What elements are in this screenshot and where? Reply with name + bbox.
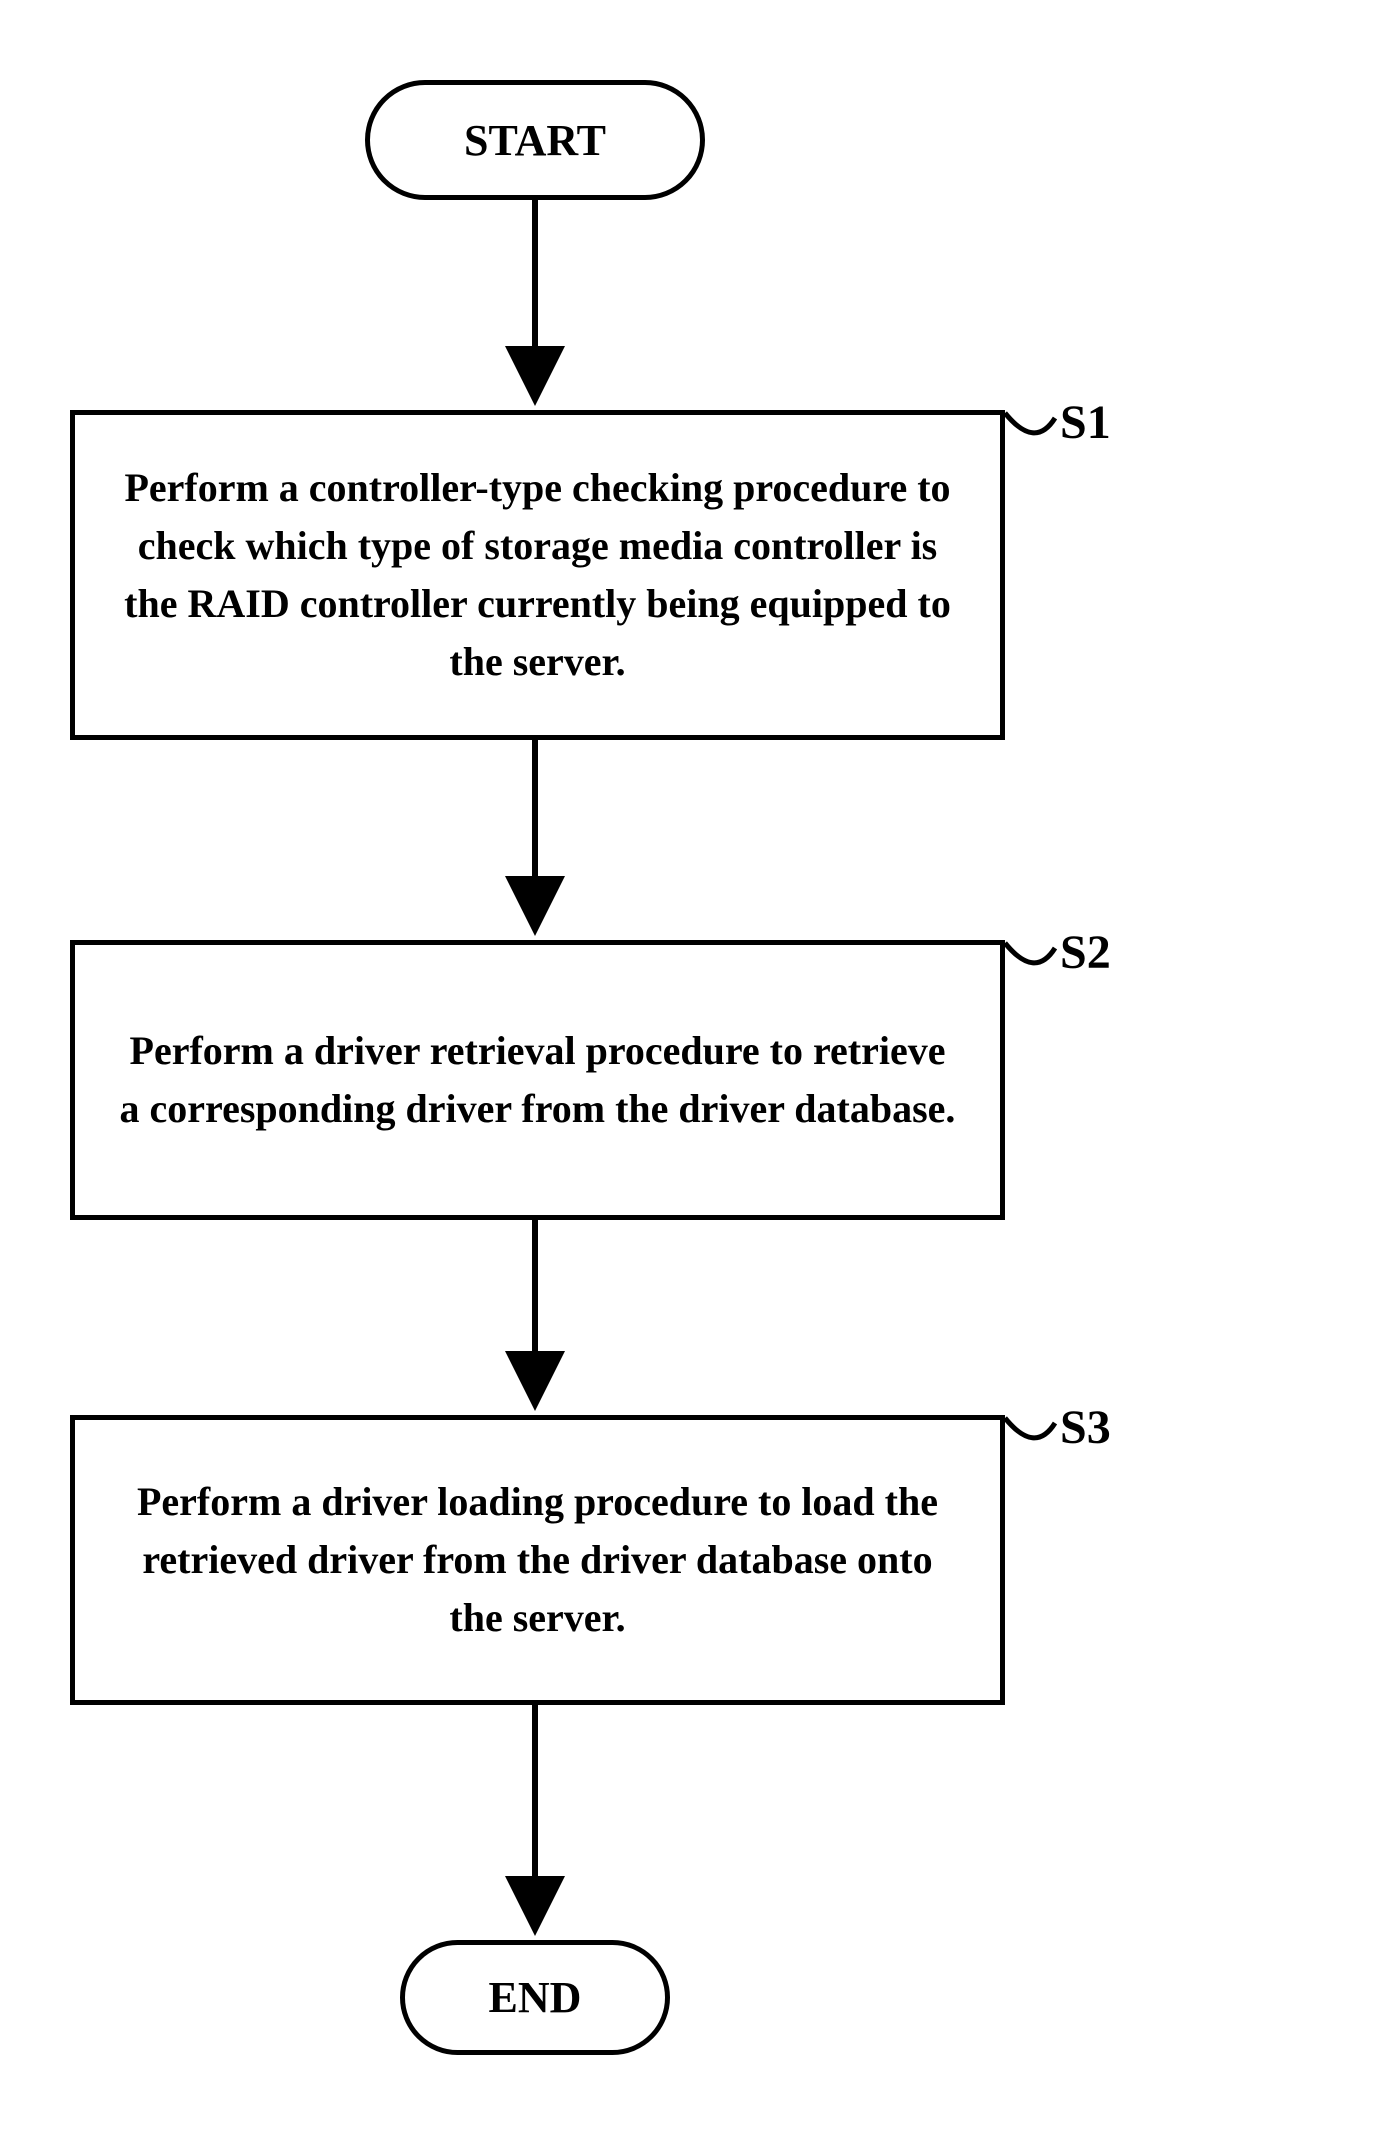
process-s3-label: S3 [1060, 1400, 1111, 1455]
process-s1: Perform a controller-type checking proce… [70, 410, 1005, 740]
process-s2-label: S2 [1060, 925, 1111, 980]
process-s1-label: S1 [1060, 395, 1111, 450]
end-terminal: END [400, 1940, 670, 2055]
end-label: END [489, 1972, 582, 2023]
process-s2-text: Perform a driver retrieval procedure to … [115, 1022, 960, 1138]
start-terminal: START [365, 80, 705, 200]
process-s3: Perform a driver loading procedure to lo… [70, 1415, 1005, 1705]
leader-s1 [1005, 413, 1055, 433]
process-s1-text: Perform a controller-type checking proce… [115, 459, 960, 691]
process-s2: Perform a driver retrieval procedure to … [70, 940, 1005, 1220]
process-s3-text: Perform a driver loading procedure to lo… [115, 1473, 960, 1647]
leader-s3 [1005, 1418, 1055, 1438]
flowchart-canvas: START Perform a controller-type checking… [0, 0, 1389, 2143]
leader-s2 [1005, 943, 1055, 963]
start-label: START [464, 115, 606, 166]
